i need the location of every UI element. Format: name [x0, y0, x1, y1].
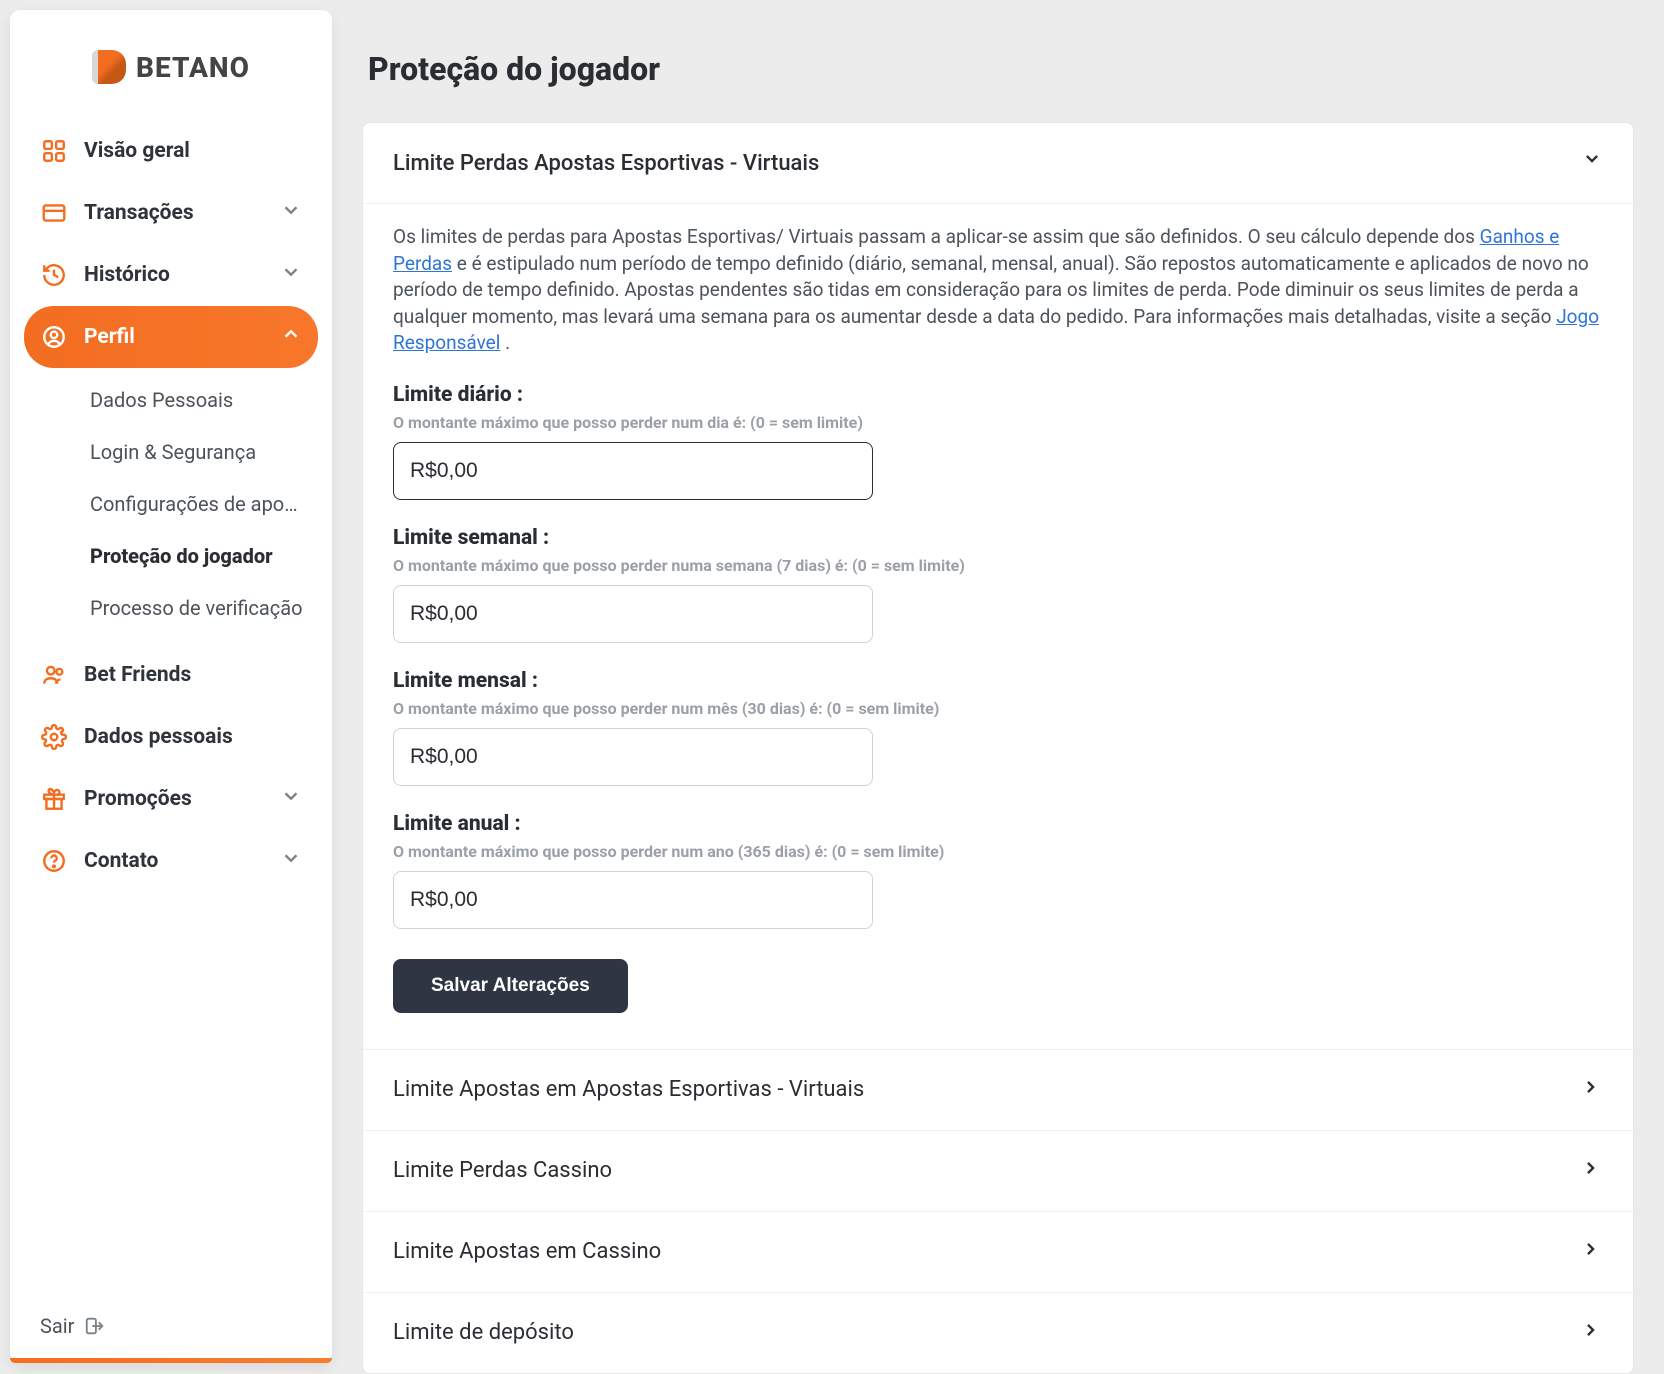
submenu-processo-verificacao[interactable]: Processo de verificação: [70, 582, 315, 634]
chevron-down-icon: [280, 199, 302, 227]
chevron-up-icon: [280, 323, 302, 351]
nav-label: Visão geral: [84, 139, 190, 163]
nav-item-dados-pessoais[interactable]: Dados pessoais: [24, 706, 318, 768]
grid-icon: [40, 138, 68, 164]
chevron-down-icon: [280, 261, 302, 289]
nav-item-perfil[interactable]: Perfil: [24, 306, 318, 368]
field-limite-mensal: Limite mensal : O montante máximo que po…: [393, 669, 1603, 786]
field-hint: O montante máximo que posso perder num d…: [393, 413, 1603, 432]
nav-item-historico[interactable]: Histórico: [24, 244, 318, 306]
nav-label: Promoções: [84, 787, 192, 811]
submenu-config-apostas[interactable]: Configurações de apos…: [70, 478, 315, 530]
field-limite-semanal: Limite semanal : O montante máximo que p…: [393, 526, 1603, 643]
field-label: Limite anual :: [393, 812, 1603, 836]
logout-label: Sair: [40, 1314, 74, 1338]
brand-name: BETANO: [136, 51, 250, 84]
nav-label: Contato: [84, 849, 158, 873]
panel-body: Os limites de perdas para Apostas Esport…: [363, 204, 1633, 1049]
row-limite-apostas-esportivas-virtuais[interactable]: Limite Apostas em Apostas Esportivas - V…: [363, 1049, 1633, 1130]
history-icon: [40, 262, 68, 288]
nav-item-promocoes[interactable]: Promoções: [24, 768, 318, 830]
row-limite-apostas-cassino[interactable]: Limite Apostas em Cassino: [363, 1211, 1633, 1292]
nav-label: Dados pessoais: [84, 725, 233, 749]
submenu-dados-pessoais[interactable]: Dados Pessoais: [70, 374, 315, 426]
sidebar-accent-bar: [10, 1358, 332, 1363]
row-limite-deposito[interactable]: Limite de depósito: [363, 1292, 1633, 1373]
panel-title: Limite Perdas Apostas Esportivas - Virtu…: [393, 151, 819, 176]
field-hint: O montante máximo que posso perder num a…: [393, 842, 1603, 861]
row-limite-perdas-cassino[interactable]: Limite Perdas Cassino: [363, 1130, 1633, 1211]
user-icon: [40, 324, 68, 350]
input-limite-mensal[interactable]: [393, 728, 873, 786]
input-limite-diario[interactable]: [393, 442, 873, 500]
nav-label: Bet Friends: [84, 663, 191, 687]
row-label: Limite Perdas Cassino: [393, 1158, 612, 1183]
panel-info-text: Os limites de perdas para Apostas Esport…: [393, 224, 1603, 357]
submenu-protecao-jogador[interactable]: Proteção do jogador: [70, 530, 315, 582]
profile-submenu: Dados Pessoais Login & Segurança Configu…: [24, 368, 318, 644]
chevron-right-icon: [1581, 1076, 1603, 1104]
logout-icon: [84, 1315, 106, 1337]
submenu-login-seguranca[interactable]: Login & Segurança: [70, 426, 315, 478]
nav-list: Visão geral Transações Histórico: [10, 114, 332, 1296]
field-hint: O montante máximo que posso perder num m…: [393, 699, 1603, 718]
friends-icon: [40, 662, 68, 688]
main-content: Proteção do jogador Limite Perdas Aposta…: [332, 0, 1664, 1372]
row-label: Limite Apostas em Cassino: [393, 1239, 661, 1264]
chevron-down-icon: [280, 785, 302, 813]
chevron-right-icon: [1581, 1238, 1603, 1266]
nav-label: Transações: [84, 201, 194, 225]
chevron-right-icon: [1581, 1157, 1603, 1185]
card-icon: [40, 200, 68, 226]
input-limite-semanal[interactable]: [393, 585, 873, 643]
nav-label: Perfil: [84, 325, 135, 349]
player-protection-card: Limite Perdas Apostas Esportivas - Virtu…: [362, 122, 1634, 1374]
field-label: Limite mensal :: [393, 669, 1603, 693]
input-limite-anual[interactable]: [393, 871, 873, 929]
row-label: Limite de depósito: [393, 1320, 574, 1345]
nav-item-bet-friends[interactable]: Bet Friends: [24, 644, 318, 706]
gear-icon: [40, 724, 68, 750]
brand-logo: BETANO: [10, 10, 332, 114]
help-icon: [40, 848, 68, 874]
row-label: Limite Apostas em Apostas Esportivas - V…: [393, 1077, 864, 1102]
field-limite-diario: Limite diário : O montante máximo que po…: [393, 383, 1603, 500]
brand-mark-icon: [92, 50, 126, 84]
panel-limite-perdas-esport-virtuais[interactable]: Limite Perdas Apostas Esportivas - Virtu…: [363, 123, 1633, 204]
field-hint: O montante máximo que posso perder numa …: [393, 556, 1603, 575]
gift-icon: [40, 786, 68, 812]
chevron-down-icon: [280, 847, 302, 875]
nav-item-contato[interactable]: Contato: [24, 830, 318, 892]
chevron-right-icon: [1581, 1319, 1603, 1347]
page-title: Proteção do jogador: [368, 50, 1634, 88]
field-label: Limite diário :: [393, 383, 1603, 407]
nav-item-transacoes[interactable]: Transações: [24, 182, 318, 244]
save-button[interactable]: Salvar Alterações: [393, 959, 628, 1013]
chevron-down-icon: [1581, 149, 1603, 177]
logout-button[interactable]: Sair: [10, 1296, 332, 1362]
field-limite-anual: Limite anual : O montante máximo que pos…: [393, 812, 1603, 929]
nav-label: Histórico: [84, 263, 170, 287]
sidebar: BETANO Visão geral Transações: [10, 10, 332, 1362]
nav-item-visao-geral[interactable]: Visão geral: [24, 120, 318, 182]
field-label: Limite semanal :: [393, 526, 1603, 550]
